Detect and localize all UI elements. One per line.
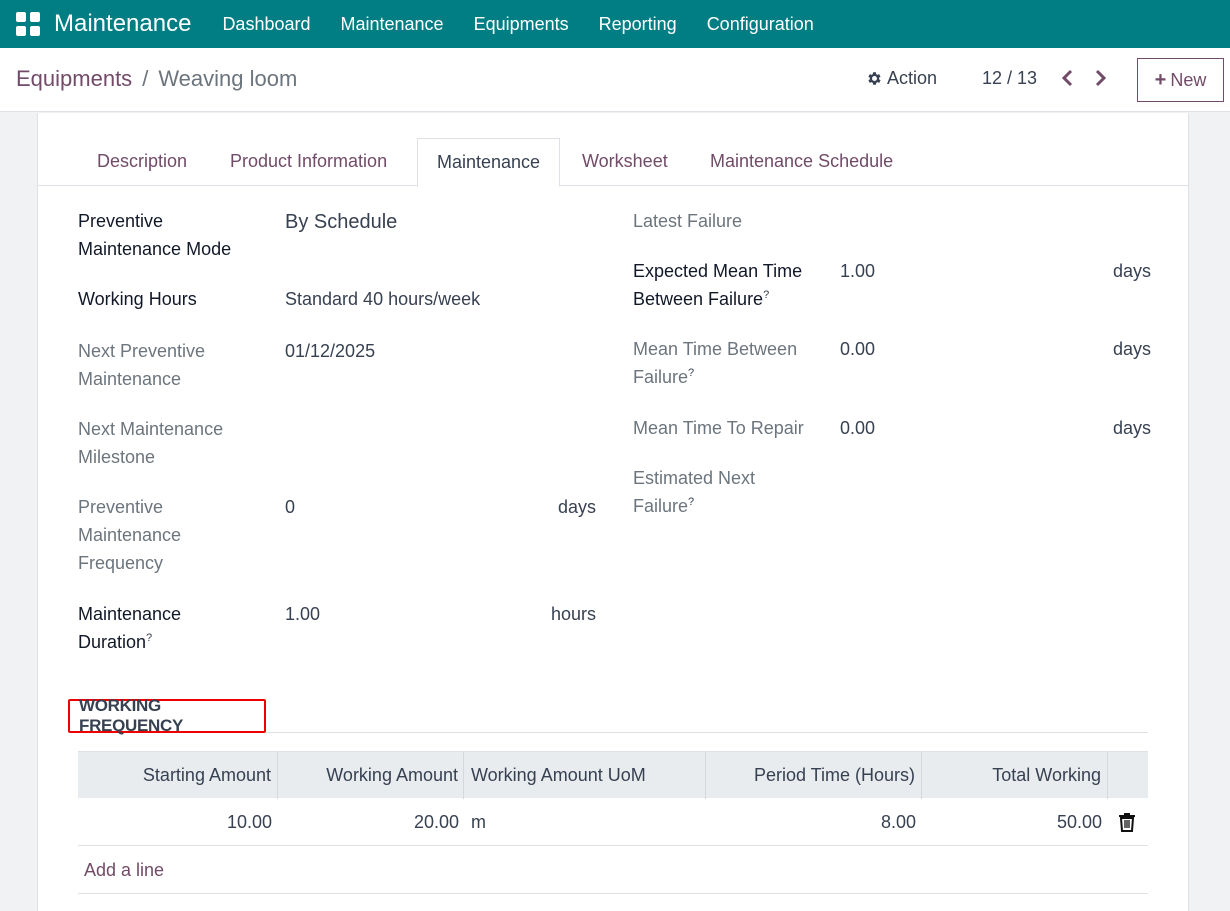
next-preventive-value: 01/12/2025 [285, 341, 376, 361]
apps-menu-icon[interactable] [16, 12, 40, 36]
cell-starting-amount[interactable]: 10.00 [78, 798, 278, 846]
nav-maintenance[interactable]: Maintenance [326, 14, 459, 35]
preventive-frequency-value: 0 [285, 497, 296, 517]
app-brand[interactable]: Maintenance [54, 10, 191, 38]
new-label: New [1170, 69, 1207, 90]
mttr-value: 0.00 [840, 418, 876, 438]
next-milestone-label: Next Maintenance Milestone [78, 419, 224, 467]
col-total-working[interactable]: Total Working [922, 752, 1108, 799]
plus-icon: + [1154, 68, 1167, 91]
table-row[interactable]: 10.00 20.00 m 8.00 50.00 [78, 798, 1148, 846]
cell-total-working[interactable]: 50.00 [922, 798, 1108, 846]
breadcrumb-separator: / [142, 66, 149, 91]
table-header: Starting Amount Working Amount Working A… [78, 751, 1148, 799]
help-marker: ? [688, 367, 695, 379]
tab-maintenance-schedule[interactable]: Maintenance Schedule [710, 138, 893, 186]
preventive-frequency-label: Preventive Maintenance Frequency [78, 497, 182, 573]
chevron-right-icon[interactable] [1092, 68, 1108, 88]
col-starting-amount[interactable]: Starting Amount [78, 752, 278, 799]
working-hours-value[interactable]: Standard 40 hours/week [285, 285, 480, 313]
nav-configuration[interactable]: Configuration [692, 14, 829, 35]
breadcrumb-equipments[interactable]: Equipments [16, 66, 132, 92]
mttr-label: Mean Time To Repair [633, 418, 804, 438]
next-preventive-label: Next Preventive Maintenance [78, 341, 206, 389]
tab-description[interactable]: Description [97, 138, 187, 186]
mtbf-value: 0.00 [840, 339, 876, 359]
maintenance-duration-unit: hours [550, 604, 596, 624]
breadcrumb-current: Weaving loom [158, 66, 298, 91]
col-working-amount-uom[interactable]: Working Amount UoM [464, 752, 706, 799]
nav-reporting[interactable]: Reporting [584, 14, 692, 35]
maintenance-duration-value[interactable]: 1.00 [285, 600, 320, 628]
expected-mtbf-unit: days [1112, 261, 1151, 281]
chevron-left-icon[interactable] [1060, 68, 1076, 88]
col-period-time[interactable]: Period Time (Hours) [706, 752, 922, 799]
cell-period-time[interactable]: 8.00 [706, 798, 922, 846]
form-sheet: Description Product Information Maintena… [37, 113, 1189, 911]
cell-working-amount[interactable]: 20.00 [278, 798, 464, 846]
tab-maintenance[interactable]: Maintenance [417, 138, 561, 187]
action-button[interactable]: Action [866, 68, 937, 89]
add-line-row: Add a line [78, 847, 1148, 894]
latest-failure-label: Latest Failure [633, 211, 743, 231]
help-marker: ? [146, 632, 153, 644]
working-hours-label: Working Hours [78, 289, 197, 309]
col-working-amount[interactable]: Working Amount [278, 752, 464, 799]
tab-product-information[interactable]: Product Information [230, 138, 387, 186]
new-button[interactable]: + New [1137, 58, 1224, 102]
preventive-mode-value[interactable]: By Schedule [285, 208, 397, 236]
mtbf-label: Mean Time Between Failure? [633, 339, 798, 387]
pager-value[interactable]: 12 / 13 [982, 68, 1037, 89]
tab-worksheet[interactable]: Worksheet [582, 138, 668, 186]
section-divider [266, 732, 1148, 733]
add-line-link[interactable]: Add a line [84, 847, 164, 893]
expected-mtbf-label: Expected Mean Time Between Failure? [633, 261, 803, 309]
mttr-unit: days [1112, 418, 1151, 438]
help-marker: ? [763, 289, 770, 301]
top-navbar: Maintenance Dashboard Maintenance Equipm… [0, 0, 1230, 48]
control-panel: Equipments / Weaving loom Action 12 / 13… [0, 48, 1230, 112]
trash-icon[interactable] [1118, 812, 1136, 832]
maintenance-duration-label: Maintenance Duration? [78, 604, 182, 652]
nav-dashboard[interactable]: Dashboard [207, 14, 325, 35]
notebook-tabs: Description Product Information Maintena… [38, 138, 1188, 187]
expected-mtbf-value[interactable]: 1.00 [840, 257, 875, 285]
estimated-next-failure-label: Estimated Next Failure? [633, 468, 756, 516]
cell-uom[interactable]: m [464, 798, 706, 846]
working-frequency-title: WORKING FREQUENCY [68, 696, 266, 735]
nav-equipments[interactable]: Equipments [459, 14, 584, 35]
mtbf-unit: days [1112, 339, 1151, 359]
breadcrumb: Equipments / Weaving loom [16, 66, 297, 92]
preventive-frequency-unit: days [557, 497, 596, 517]
preventive-mode-label: Preventive Maintenance Mode [78, 211, 232, 259]
action-label: Action [887, 68, 938, 88]
gear-icon [868, 72, 881, 85]
help-marker: ? [688, 496, 695, 508]
